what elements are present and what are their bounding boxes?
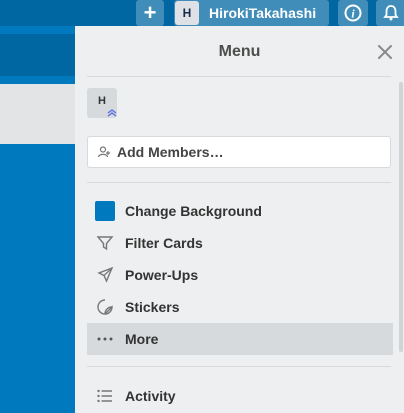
member-avatar[interactable]: H xyxy=(87,88,117,118)
more-icon xyxy=(95,329,115,349)
info-icon: i xyxy=(344,4,362,22)
color-swatch-icon xyxy=(95,201,115,221)
sticker-icon xyxy=(95,297,115,317)
menu-item-label: Filter Cards xyxy=(125,235,203,251)
notifications-button[interactable] xyxy=(376,0,404,26)
menu-item-change-background[interactable]: Change Background xyxy=(87,195,393,227)
member-initial: H xyxy=(98,95,106,107)
user-name: HirokiTakahashi xyxy=(209,5,317,21)
filter-icon xyxy=(95,233,115,253)
board-header xyxy=(0,34,75,76)
menu-item-label: Power-Ups xyxy=(125,267,199,283)
divider xyxy=(87,182,391,183)
close-icon[interactable] xyxy=(377,44,393,60)
menu-title: Menu xyxy=(218,43,261,60)
user-menu-button[interactable]: H HirokiTakahashi xyxy=(174,0,329,26)
admin-chevron-icon xyxy=(107,109,117,117)
menu-item-stickers[interactable]: Stickers xyxy=(87,291,393,323)
menu-item-label: More xyxy=(125,331,159,347)
menu-item-more[interactable]: More xyxy=(87,323,393,355)
scrollbar[interactable] xyxy=(399,82,403,352)
svg-text:i: i xyxy=(351,7,355,21)
add-button[interactable]: + xyxy=(136,0,164,26)
top-header-bar: + H HirokiTakahashi i xyxy=(0,0,404,26)
info-button[interactable]: i xyxy=(338,0,368,26)
rocket-icon xyxy=(95,265,115,285)
board-menu-panel: Menu H Add Members… Change Background Fi… xyxy=(75,26,404,413)
menu-item-activity[interactable]: Activity xyxy=(87,380,393,412)
activity-label: Activity xyxy=(125,388,176,404)
divider xyxy=(87,76,391,77)
menu-item-filter-cards[interactable]: Filter Cards xyxy=(87,227,393,259)
avatar: H xyxy=(175,1,199,25)
add-members-label: Add Members… xyxy=(117,144,224,160)
menu-item-power-ups[interactable]: Power-Ups xyxy=(87,259,393,291)
add-members-button[interactable]: Add Members… xyxy=(87,136,391,168)
activity-icon xyxy=(95,386,115,406)
add-member-icon xyxy=(97,146,110,158)
board-list[interactable] xyxy=(0,84,75,144)
menu-item-label: Stickers xyxy=(125,299,180,315)
bell-icon xyxy=(383,5,399,21)
menu-item-label: Change Background xyxy=(125,203,262,219)
divider xyxy=(87,366,391,367)
